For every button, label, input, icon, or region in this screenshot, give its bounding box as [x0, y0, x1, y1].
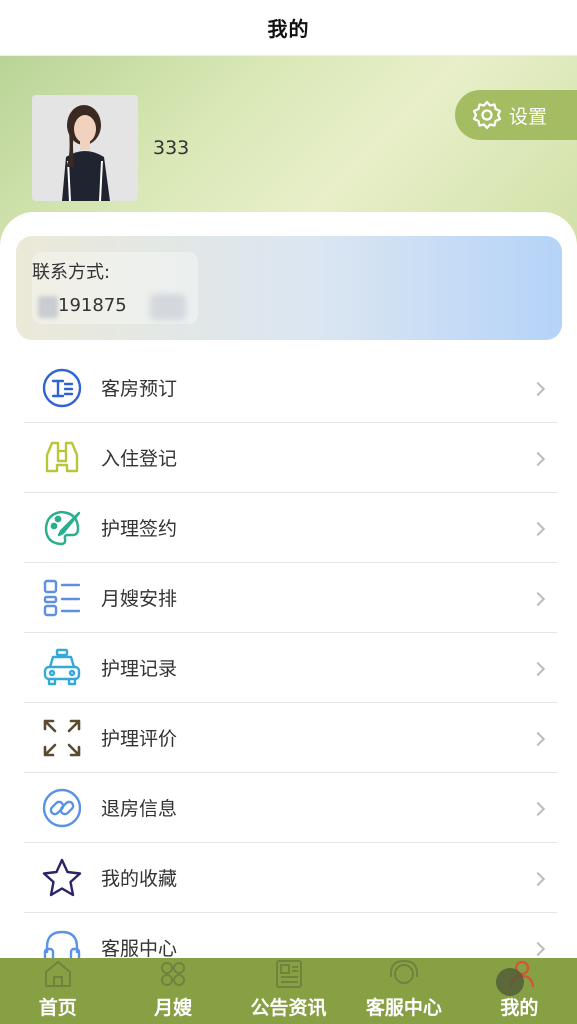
redaction-blur	[150, 294, 186, 320]
chevron-right-icon	[530, 591, 546, 606]
menu-item-label: 客房预订	[101, 378, 178, 400]
chevron-right-icon	[530, 941, 546, 956]
taxi-icon	[40, 646, 84, 690]
menu-list: 客房预订 入住登记 护理签约 月嫂安排 护理记录 护理评价 退房信息 我的收藏 …	[24, 353, 557, 983]
menu-item-label: 护理记录	[101, 658, 178, 680]
tab-news[interactable]: 公告资讯	[231, 958, 346, 1024]
avatar[interactable]	[32, 95, 138, 201]
page-title: 我的	[267, 17, 310, 41]
menu-item-label: 护理签约	[101, 518, 178, 540]
tab-label: 公告资讯	[250, 997, 327, 1019]
palette-icon	[40, 506, 84, 550]
tab-nanny[interactable]: 月嫂	[115, 958, 230, 1024]
content-card: 联系方式: 191875 客房预订 入住登记 护理签约 月嫂安排 护理记录 护理…	[0, 212, 577, 983]
menu-item-label: 月嫂安排	[101, 588, 178, 610]
chevron-right-icon	[530, 661, 546, 676]
tab-label: 客服中心	[365, 997, 442, 1019]
gear-icon	[472, 100, 502, 130]
list-icon	[40, 576, 84, 620]
service-icon	[387, 957, 421, 991]
link-icon	[40, 786, 84, 830]
bottom-tab-bar: 首页 月嫂 公告资讯 客服中心 我的	[0, 958, 577, 1024]
menu-item-care-review[interactable]: 护理评价	[24, 703, 557, 773]
expand-icon	[40, 716, 84, 760]
active-indicator	[495, 968, 524, 996]
menu-item-label: 护理评价	[101, 728, 178, 750]
contact-value: 191875	[58, 295, 127, 316]
settings-label: 设置	[509, 105, 548, 128]
settings-button[interactable]: 设置	[455, 90, 577, 140]
tab-service[interactable]: 客服中心	[346, 958, 461, 1024]
chevron-right-icon	[530, 871, 546, 886]
menu-item-room-booking[interactable]: 客房预订	[24, 353, 557, 423]
chevron-right-icon	[530, 521, 546, 536]
menu-item-nanny-arrangement[interactable]: 月嫂安排	[24, 563, 557, 633]
username: 333	[153, 137, 190, 159]
menu-item-label: 退房信息	[101, 798, 178, 820]
menu-item-care-records[interactable]: 护理记录	[24, 633, 557, 703]
booking-icon	[40, 366, 84, 410]
chevron-right-icon	[530, 801, 546, 816]
tab-label: 我的	[500, 997, 539, 1019]
menu-item-checkout-info[interactable]: 退房信息	[24, 773, 557, 843]
tab-home[interactable]: 首页	[0, 958, 115, 1024]
star-icon	[40, 856, 84, 900]
chevron-right-icon	[530, 731, 546, 746]
chevron-right-icon	[530, 451, 546, 466]
tab-profile[interactable]: 我的	[462, 958, 577, 1024]
redaction-blur	[38, 296, 58, 318]
contact-label: 联系方式:	[32, 262, 111, 283]
contact-box	[16, 236, 562, 340]
grid-icon	[156, 957, 190, 991]
menu-item-label: 我的收藏	[101, 868, 178, 890]
tab-label: 首页	[38, 997, 77, 1019]
home-icon	[41, 957, 75, 991]
binoculars-icon	[40, 436, 84, 480]
menu-item-favorites[interactable]: 我的收藏	[24, 843, 557, 913]
chevron-right-icon	[530, 381, 546, 396]
top-bar: 我的	[0, 0, 577, 56]
menu-item-check-in[interactable]: 入住登记	[24, 423, 557, 493]
news-icon	[272, 957, 306, 991]
menu-item-label: 入住登记	[101, 448, 178, 470]
tab-label: 月嫂	[154, 997, 193, 1019]
menu-item-care-contract[interactable]: 护理签约	[24, 493, 557, 563]
